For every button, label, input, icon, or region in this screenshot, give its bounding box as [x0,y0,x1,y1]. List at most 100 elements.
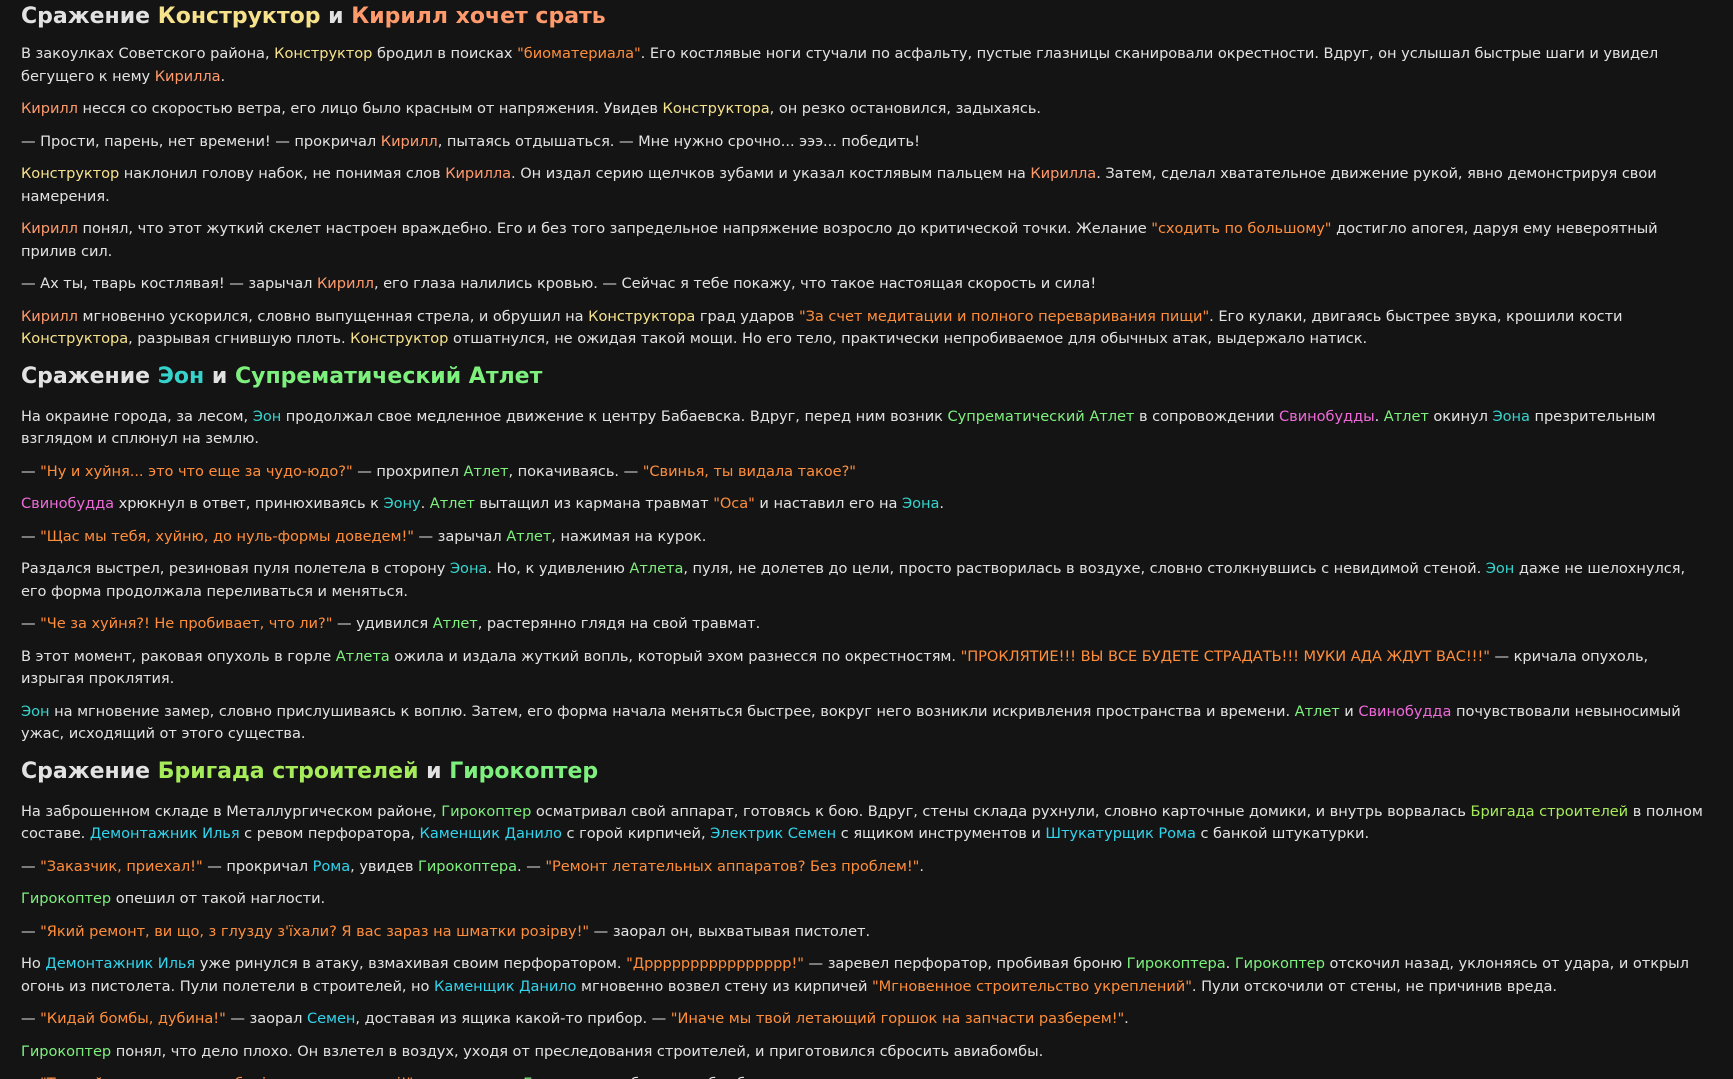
character-name: Гирокоптер [21,1042,112,1060]
narrative-text: наклонил голову набок, не понимая слов [119,165,446,182]
narrative-text: — [21,462,41,480]
story-paragraph: — "Ну и хуйня... это что еще за чудо-юдо… [21,461,1712,484]
character-name: Кирилла [1030,165,1097,182]
character-name: Каменщик Данило [434,977,577,995]
character-name: Штукатурщик Рома [1045,825,1196,842]
narrative-text: . Его кулаки, двигаясь быстрее звука, кр… [1209,307,1623,325]
narrative-text: . [919,857,924,875]
character-name: Конструктора [662,100,770,117]
narrative-text: понял, что этот жуткий скелет настроен в… [77,220,1152,237]
story-paragraph: Кирилл понял, что этот жуткий скелет нас… [21,218,1712,263]
quoted-phrase: "биоматериала" [517,45,641,62]
story-paragraph: — Ах ты, тварь костлявая! — зарычал Кири… [21,273,1712,296]
narrative-text: , пытаясь отдышаться. — Мне нужно срочно… [437,132,920,150]
character-name: Конструктор [350,330,449,347]
story-paragraph: Конструктор наклонил голову набок, не по… [21,163,1712,208]
narrative-text: отшатнулся, не ожидая такой мощи. Но его… [448,330,1368,347]
narrative-text: и [1339,702,1359,720]
story-paragraph: — "Кидай бомбы, дубина!" — заорал Семен,… [21,1008,1712,1031]
character-name: Атлет [429,495,475,512]
character-name: Рома [312,857,351,875]
narrative-text: град ударов [695,307,799,325]
story-paragraph: На заброшенном складе в Металлургическом… [21,801,1712,846]
narrative-text: и наставил его на [754,495,902,512]
battle-heading: Сражение Конструктор и Кирилл хочет срат… [21,1,1712,33]
character-name: Конструктора [588,307,696,325]
narrative-text: , покачиваясь. — [508,462,643,480]
quoted-phrase: "Тримайте подаруночок, будівельники хрен… [40,1075,413,1079]
heading-text: Сражение [21,758,158,784]
narrative-text: — [21,527,41,545]
story-document: Сражение Конструктор и Кирилл хочет срат… [0,1,1733,1079]
narrative-text: — Ах ты, тварь костлявая! — зарычал [21,275,317,292]
narrative-text: — зарычал [413,527,507,545]
narrative-text: . [1124,1010,1129,1027]
narrative-text: Раздался выстрел, резиновая пуля полетел… [21,560,450,577]
character-name: Свинобудды [1279,407,1375,425]
narrative-text: продолжал свое медленное движение к цент… [281,407,948,425]
narrative-text: — заорал он, выхватывая пистолет. [589,922,871,940]
story-paragraph: — Прости, парень, нет времени! — прокрич… [21,131,1712,154]
narrative-text: , доставая из ящика какой-то прибор. — [355,1010,671,1027]
quoted-phrase: "За счет медитации и полного перевариван… [798,307,1210,325]
character-name: Гирокоптер [1234,955,1325,972]
narrative-text: мгновенно ускорился, словно выпущенная с… [77,307,589,325]
character-name: Кирилл [21,100,78,117]
quoted-phrase: "Заказчик, приехал!" [40,857,203,875]
narrative-text: в сопровождении [1134,407,1279,425]
narrative-text: ожила и издала жуткий вопль, который эхо… [389,647,961,665]
narrative-text: с ящиком инструментов и [836,825,1046,842]
quoted-phrase: "Дрррррррррррррррр!" [626,955,804,972]
character-name: Семен [306,1010,356,1027]
character-name: Эона [902,495,940,512]
story-paragraph: — "Че за хуйня?! Не пробивает, что ли?" … [21,613,1712,636]
character-name: Кирилл [21,307,78,325]
narrative-text: вытащил из кармана травмат [474,495,714,512]
character-name: Эон [252,407,282,425]
character-name: Атлета [629,560,684,577]
quoted-phrase: "Че за хуйня?! Не пробивает, что ли?" [40,615,333,632]
narrative-text: мгновенно возвел стену из кирпичей [576,977,873,995]
quoted-phrase: "Мгновенное строительство укреплений" [872,977,1192,995]
story-paragraph: Кирилл несся со скоростью ветра, его лиц… [21,98,1712,121]
narrative-text: с банкой штукатурки. [1195,825,1370,842]
quoted-phrase: "Кидай бомбы, дубина!" [40,1010,226,1027]
narrative-text: — [21,1075,40,1079]
story-paragraph: — "Заказчик, приехал!" — прокричал Рома,… [21,856,1712,879]
character-name: Гирокоптер [21,890,112,907]
narrative-text: . — [517,857,546,875]
story-paragraph: Раздался выстрел, резиновая пуля полетел… [21,558,1712,603]
character-name: Атлет [1383,407,1429,425]
narrative-text: с ревом перфоратора, [239,825,420,842]
narrative-text: с горой кирпичей, [561,825,711,842]
quoted-phrase: "Свинья, ты видала такое?" [642,462,856,480]
narrative-text: . [220,67,226,85]
heading-text: Сражение [21,4,158,29]
story-paragraph: В этот момент, раковая опухоль в горле А… [21,646,1712,691]
narrative-text: . [1374,407,1384,425]
narrative-text: В этот момент, раковая опухоль в горле [21,647,336,665]
narrative-text: — [21,615,41,632]
character-name: Гирокоптера [1126,955,1226,972]
combatant-name: Гирокоптер [449,758,599,784]
narrative-text: — прокричал [413,1075,523,1079]
character-name: Кирилл [380,132,438,150]
story-paragraph: — "Щас мы тебя, хуйню, до нуль-формы дов… [21,526,1712,549]
narrative-text: — [21,857,41,875]
narrative-text: На заброшенном складе в Металлургическом… [21,802,442,820]
narrative-text: Но [21,955,46,972]
character-name: Эона [1492,407,1530,425]
narrative-text: . Он издал серию щелчков зубами и указал… [511,165,1031,182]
heading-text: Сражение [21,363,158,389]
narrative-text: . Но, к удивлению [487,560,630,577]
story-paragraph: — "Тримайте подаруночок, будівельники хр… [21,1073,1712,1079]
character-name: Кирилла [445,165,512,182]
character-name: Демонтажник Илья [89,825,240,842]
character-name: Атлет [432,615,478,632]
story-paragraph: На окраине города, за лесом, Эон продолж… [21,406,1712,451]
narrative-text: несся со скоростью ветра, его лицо было … [77,100,663,117]
narrative-text: , пуля, не долетев до цели, просто раств… [683,560,1486,577]
battle-heading: Сражение Бригада строителей и Гирокоптер [21,756,1712,788]
character-name: Кирилла [154,67,221,85]
quoted-phrase: "Иначе мы твой летающий горшок на запчас… [670,1010,1125,1027]
